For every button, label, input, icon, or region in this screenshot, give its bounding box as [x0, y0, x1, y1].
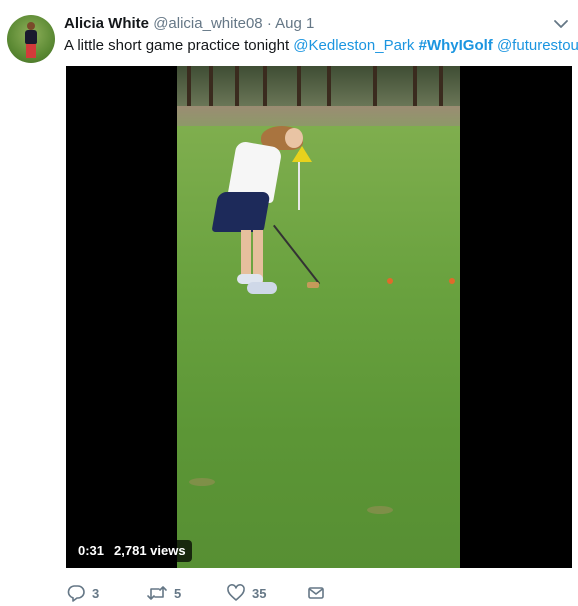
direct-message-button[interactable] [306, 583, 326, 603]
avatar[interactable] [7, 15, 55, 63]
tweet-actions: 3 5 35 [66, 583, 366, 603]
retweet-count: 5 [174, 585, 182, 601]
mention-link[interactable]: @futurestour1 [497, 37, 578, 54]
tweet-date[interactable]: Aug 1 [275, 15, 314, 32]
envelope-icon [306, 583, 326, 603]
reply-icon [66, 583, 86, 603]
video-stats-badge: 0:31 2,781 views [72, 540, 192, 562]
like-button[interactable]: 35 [226, 583, 266, 603]
video-player[interactable] [66, 66, 572, 568]
video-duration: 0:31 [78, 543, 105, 558]
video-views: 2,781 views [114, 543, 186, 558]
tweet[interactable]: Alicia White @alicia_white08 · Aug 1 A l… [0, 0, 578, 606]
author-name[interactable]: Alicia White [64, 15, 149, 32]
mention-link[interactable]: @Kedleston_Park [293, 37, 414, 54]
hashtag-link[interactable]: #WhyIGolf [419, 37, 493, 54]
video-frame [177, 66, 460, 568]
tweet-text: A little short game practice tonight @Ke… [64, 36, 578, 56]
chevron-down-icon[interactable] [553, 17, 569, 31]
like-count: 35 [252, 585, 267, 601]
author-handle[interactable]: @alicia_white08 [153, 15, 262, 32]
reply-count: 3 [92, 585, 100, 601]
heart-icon [226, 583, 246, 603]
tweet-text-body: A little short game practice tonight [64, 37, 294, 54]
separator-dot: · [266, 15, 272, 32]
tweet-header: Alicia White @alicia_white08 · Aug 1 [64, 14, 314, 34]
retweet-icon [146, 583, 168, 603]
retweet-button[interactable]: 5 [146, 583, 181, 603]
reply-button[interactable]: 3 [66, 583, 99, 603]
